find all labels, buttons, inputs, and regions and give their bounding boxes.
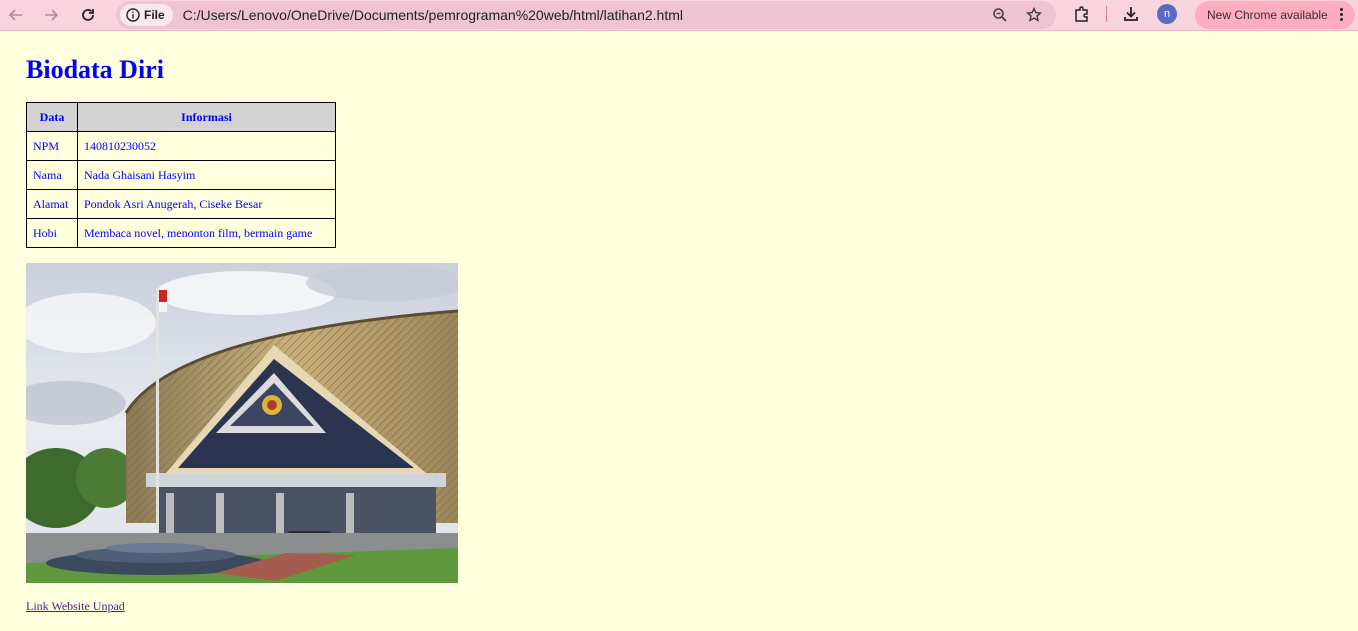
reload-button[interactable] bbox=[75, 2, 101, 28]
table-row: Alamat Pondok Asri Anugerah, Ciseke Besa… bbox=[26, 189, 336, 219]
row-value: 140810230052 bbox=[77, 131, 336, 161]
zoom-button[interactable] bbox=[990, 5, 1010, 25]
browser-toolbar: File C:/Users/Lenovo/OneDrive/Documents/… bbox=[0, 0, 1358, 31]
table-row: Hobi Membaca novel, menonton film, berma… bbox=[26, 218, 336, 248]
biodata-table: Data Informasi NPM 140810230052 Nama Nad… bbox=[26, 102, 336, 248]
row-value: Nada Ghaisani Hasyim bbox=[77, 160, 336, 190]
row-value: Pondok Asri Anugerah, Ciseke Besar bbox=[77, 189, 336, 219]
reload-icon bbox=[82, 9, 94, 21]
table-row: Nama Nada Ghaisani Hasyim bbox=[26, 160, 336, 190]
row-label: Alamat bbox=[26, 189, 78, 219]
downloads-button[interactable] bbox=[1121, 4, 1141, 24]
header-data: Data bbox=[26, 102, 78, 132]
row-label: Nama bbox=[26, 160, 78, 190]
back-button[interactable] bbox=[3, 2, 29, 28]
page-heading: Biodata Diri bbox=[26, 55, 164, 84]
arrow-right-icon bbox=[45, 9, 59, 21]
puzzle-icon bbox=[1075, 6, 1088, 22]
star-icon bbox=[1026, 7, 1042, 22]
row-value: Membaca novel, menonton film, bermain ga… bbox=[77, 218, 336, 248]
unpad-website-link[interactable]: Link Website Unpad bbox=[26, 599, 125, 614]
info-icon bbox=[126, 8, 140, 22]
toolbar-separator bbox=[1106, 6, 1107, 22]
site-info-chip[interactable]: File bbox=[120, 4, 173, 26]
profile-avatar[interactable]: n bbox=[1157, 4, 1177, 24]
bookmark-button[interactable] bbox=[1024, 5, 1044, 25]
extensions-button[interactable] bbox=[1072, 4, 1092, 24]
file-chip-label: File bbox=[144, 8, 165, 22]
url-text[interactable]: C:/Users/Lenovo/OneDrive/Documents/pemro… bbox=[183, 7, 683, 23]
download-icon bbox=[1124, 7, 1138, 21]
address-bar[interactable]: File C:/Users/Lenovo/OneDrive/Documents/… bbox=[116, 1, 1056, 29]
menu-kebab-icon[interactable] bbox=[1340, 8, 1343, 21]
update-chrome-button[interactable]: New Chrome available bbox=[1195, 1, 1355, 29]
header-informasi: Informasi bbox=[77, 102, 336, 132]
forward-button[interactable] bbox=[38, 2, 64, 28]
row-label: Hobi bbox=[26, 218, 78, 248]
page-content: Biodata Diri Data Informasi NPM 14081023… bbox=[0, 55, 1358, 615]
campus-building-photo bbox=[26, 263, 458, 583]
table-header-row: Data Informasi bbox=[26, 102, 336, 132]
zoom-icon bbox=[993, 8, 1007, 22]
row-label: NPM bbox=[26, 131, 78, 161]
table-row: NPM 140810230052 bbox=[26, 131, 336, 161]
arrow-left-icon bbox=[8, 9, 22, 21]
update-label: New Chrome available bbox=[1207, 8, 1328, 22]
